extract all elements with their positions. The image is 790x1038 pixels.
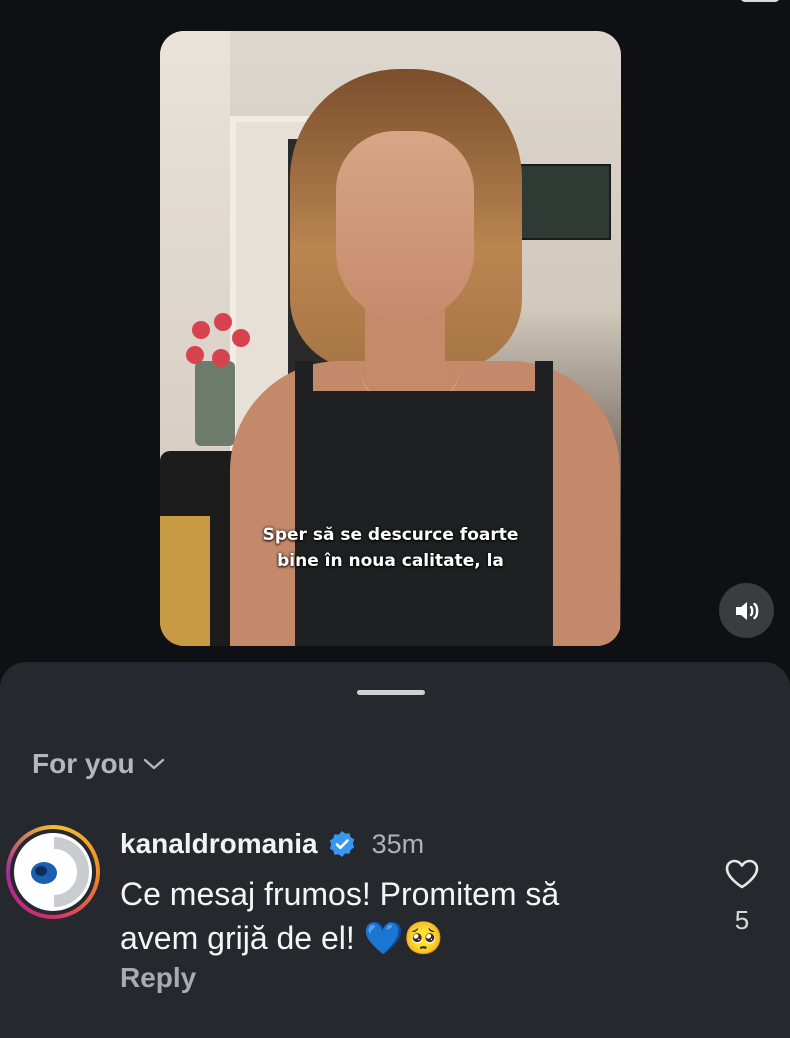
status-bar-fragment bbox=[740, 0, 780, 2]
sheet-drag-handle[interactable] bbox=[357, 690, 425, 695]
subtitle-line-1: Sper să se descurce foarte bbox=[262, 525, 519, 545]
background-flowers bbox=[182, 311, 257, 381]
person-dress bbox=[295, 391, 553, 646]
kanal-d-logo bbox=[14, 833, 92, 911]
like-count: 5 bbox=[734, 905, 750, 935]
video-subtitle: Sper să se descurce foarte bine în noua … bbox=[200, 522, 581, 574]
video-player[interactable]: Sper să se descurce foarte bine în noua … bbox=[160, 31, 621, 646]
subtitle-line-2: bine în noua calitate, la bbox=[277, 551, 504, 571]
comments-sheet: For you kanaldromania 35m Ce mesaj frumo… bbox=[0, 662, 790, 1038]
comment-timestamp: 35m bbox=[371, 828, 425, 859]
person-face bbox=[336, 131, 474, 321]
speaker-volume-icon bbox=[735, 601, 758, 620]
chevron-down-icon bbox=[143, 758, 164, 770]
reply-button[interactable]: Reply bbox=[120, 962, 196, 994]
like-button[interactable]: 5 bbox=[720, 858, 764, 936]
comment-text-line-1: Ce mesaj frumos! Promitem să bbox=[120, 876, 560, 912]
avatar[interactable] bbox=[6, 825, 100, 919]
comment-filter-dropdown[interactable]: For you bbox=[32, 748, 165, 780]
background-tv bbox=[507, 164, 611, 240]
comment-body: Ce mesaj frumos! Promitem să avem grijă … bbox=[120, 872, 640, 960]
comment-username[interactable]: kanaldromania bbox=[120, 828, 318, 860]
comment-text-line-2: avem grijă de el! 💙🥺 bbox=[120, 920, 444, 956]
filter-label: For you bbox=[32, 748, 135, 779]
comment-header: kanaldromania 35m bbox=[120, 828, 424, 860]
verified-badge-icon bbox=[329, 831, 354, 857]
sound-toggle-button[interactable] bbox=[719, 583, 774, 638]
heart-icon bbox=[725, 859, 759, 889]
